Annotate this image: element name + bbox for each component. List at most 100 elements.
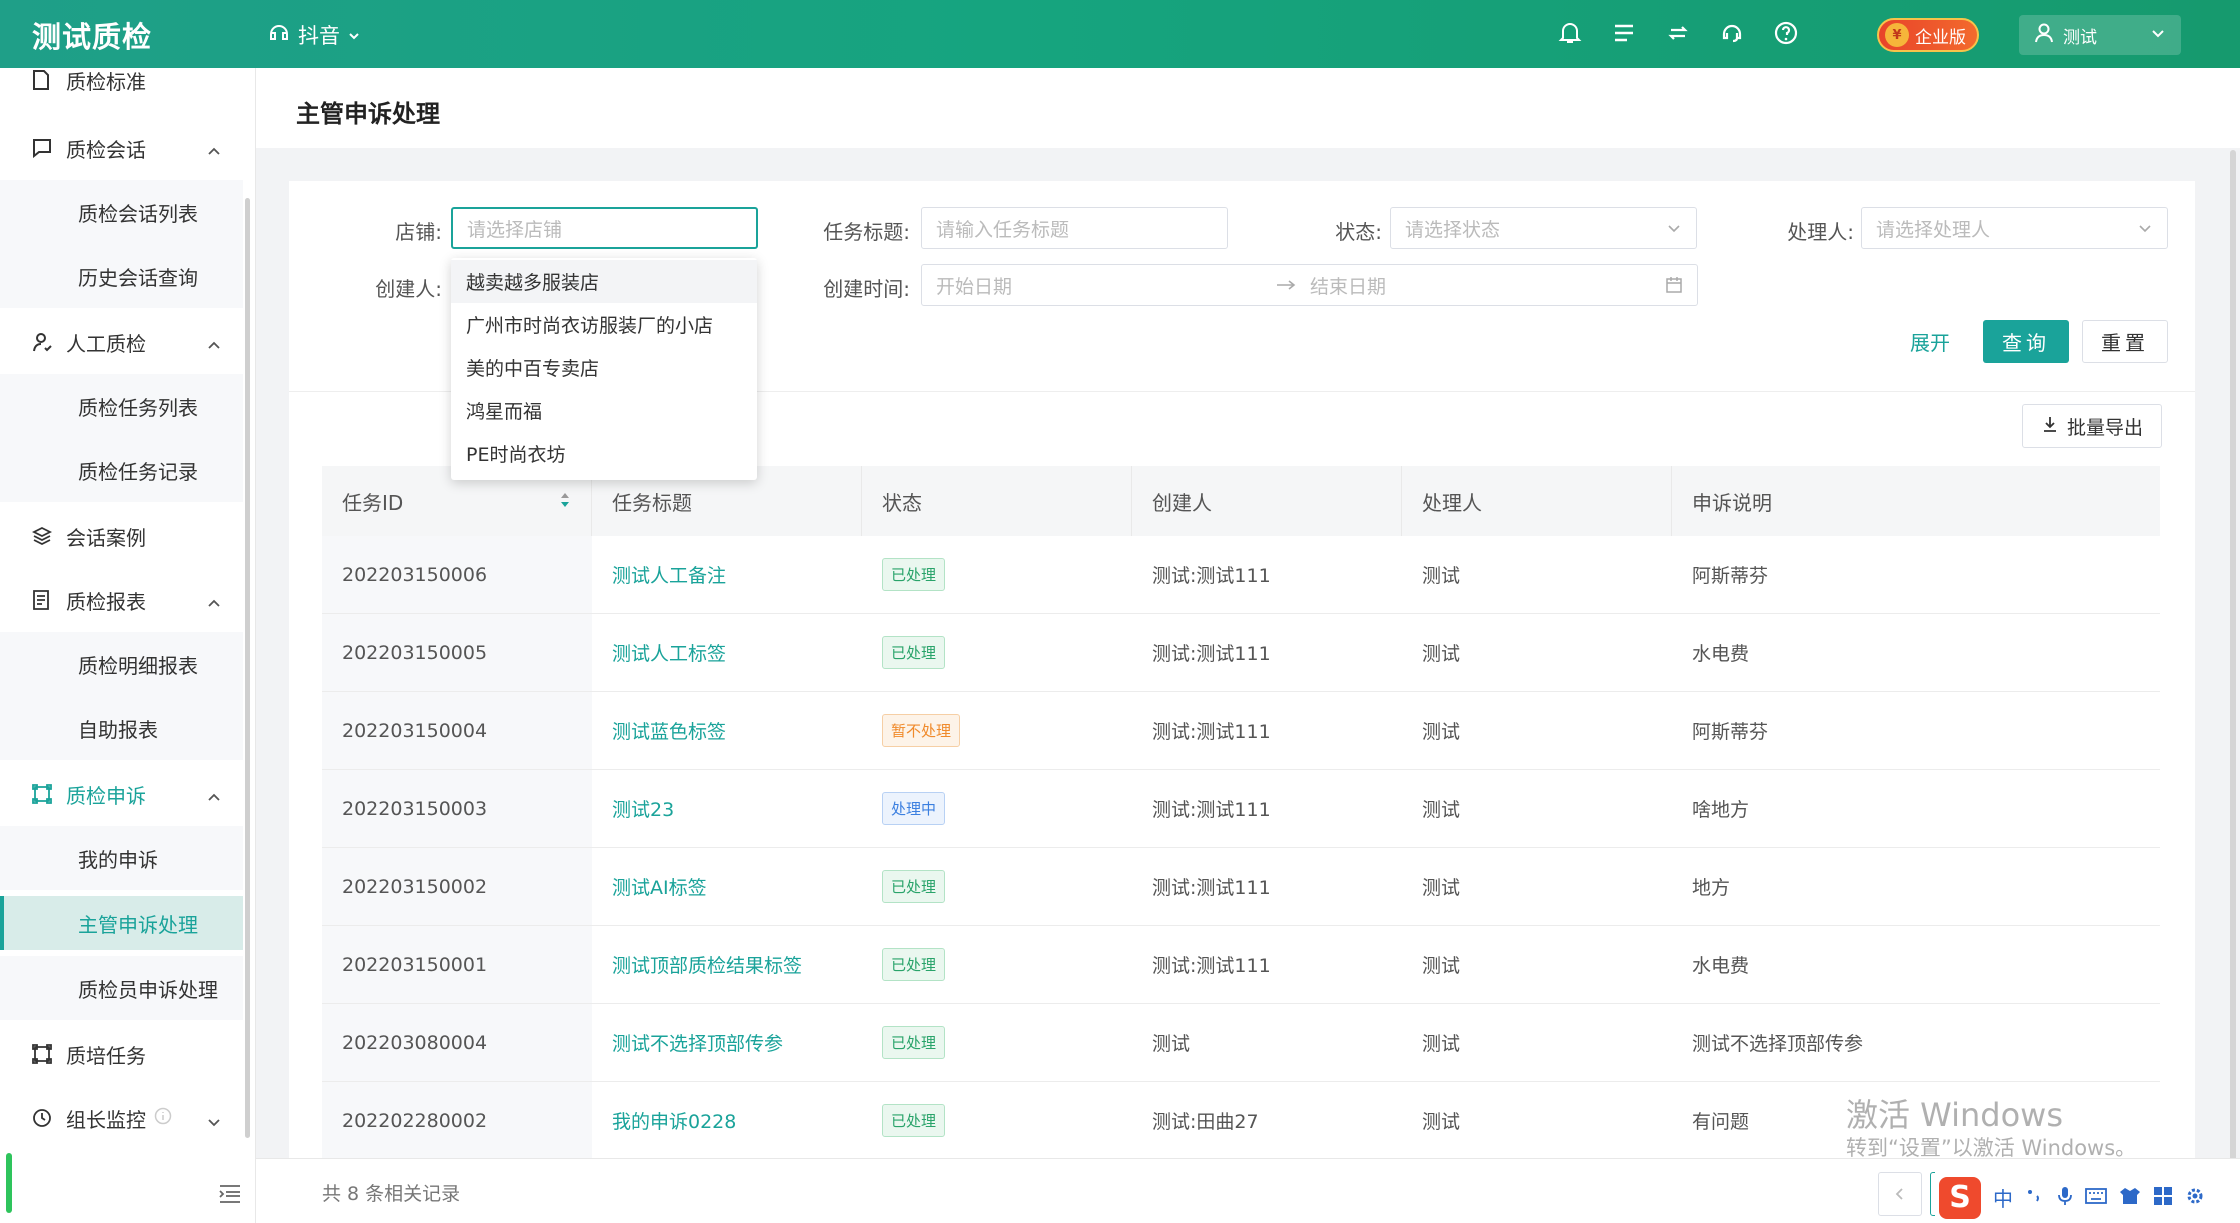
file-icon <box>32 70 54 90</box>
edition-badge[interactable]: ¥ 企业版 <box>1877 18 1979 52</box>
shop-dropdown: 越卖越多服装店 广州市时尚衣访服装厂的小店 美的中百专卖店 鸿星而福 PE时尚衣… <box>451 258 757 480</box>
table-row[interactable]: 202203150001 测试顶部质检结果标签 已处理 测试:测试111 测试 水电费 <box>322 926 2160 1004</box>
arrow-right-icon <box>1276 274 1296 296</box>
edition-label: 企业版 <box>1915 27 1966 48</box>
platform-label: 抖音 <box>298 24 340 48</box>
task-title-input[interactable]: 请输入任务标题 <box>921 207 1228 249</box>
page-title-bar: 主管申诉处理 <box>256 68 2240 148</box>
shop-option[interactable]: 鸿星而福 <box>451 389 757 432</box>
handler-cell: 测试 <box>1422 1111 1461 1133</box>
table-row[interactable]: 202203150003 测试23 处理中 测试:测试111 测试 啥地方 <box>322 770 2160 848</box>
creator-cell: 测试 <box>1152 1033 1191 1055</box>
status-select[interactable]: 请选择状态 <box>1390 207 1697 249</box>
sidebar-item-task-record[interactable]: 质检任务记录 <box>0 438 243 502</box>
sidebar-item-qc-standard[interactable]: 质检标准 <box>0 68 243 112</box>
task-title-link[interactable]: 测试顶部质检结果标签 <box>592 926 862 1003</box>
sidebar-item-label: 质检会话列表 <box>78 201 198 226</box>
creator-cell: 测试:测试111 <box>1152 643 1271 665</box>
sidebar-item-manual-qc[interactable]: 人工质检 <box>0 310 243 374</box>
help-icon[interactable] <box>1772 18 1800 48</box>
status-cell: 已处理 <box>862 1082 1132 1159</box>
sidebar-item-session-list[interactable]: 质检会话列表 <box>0 180 243 244</box>
top-header: 测试质检 抖音 ¥ 企业版 测试 <box>0 0 2240 68</box>
task-title-link[interactable]: 我的申诉0228 <box>592 1082 862 1159</box>
sidebar-item-label: 质培任务 <box>66 1043 146 1068</box>
sidebar-item-leader-monitor[interactable]: 组长监控 <box>0 1086 243 1150</box>
status-label: 状态: <box>1335 220 1382 244</box>
column-header-handler: 处理人 <box>1402 466 1672 536</box>
microphone-icon[interactable] <box>2057 1185 2073 1211</box>
bell-icon[interactable] <box>1556 18 1584 48</box>
task-title-link[interactable]: 测试不选择顶部传参 <box>592 1004 862 1081</box>
punctuation-icon[interactable] <box>2025 1186 2045 1210</box>
sidebar-item-my-appeal[interactable]: 我的申诉 <box>0 826 243 890</box>
sort-icon[interactable] <box>559 490 571 515</box>
switch-icon[interactable] <box>1664 18 1692 48</box>
settings-icon[interactable] <box>2185 1186 2205 1210</box>
collapse-menu-icon[interactable] <box>218 1184 242 1208</box>
ime-mode[interactable]: 中 <box>1993 1183 2013 1212</box>
page-scrollbar[interactable] <box>2230 150 2236 1170</box>
list-icon[interactable] <box>1610 18 1638 48</box>
skin-icon[interactable] <box>2119 1186 2141 1210</box>
page-title: 主管申诉处理 <box>296 100 440 128</box>
appeal-note-cell: 地方 <box>1692 877 1731 899</box>
table-row[interactable]: 202203150005 测试人工标签 已处理 测试:测试111 测试 水电费 <box>322 614 2160 692</box>
chevron-down-icon <box>2151 25 2165 45</box>
sidebar-item-supervisor-appeal[interactable]: 主管申诉处理 <box>0 896 243 950</box>
batch-export-button[interactable]: 批量导出 <box>2022 404 2162 448</box>
status-cell: 已处理 <box>862 848 1132 925</box>
sidebar-item-training-task[interactable]: 质培任务 <box>0 1022 243 1086</box>
sidebar-item-qc-session[interactable]: 质检会话 <box>0 116 243 180</box>
sidebar-item-self-report[interactable]: 自助报表 <box>0 696 243 760</box>
handler-cell: 测试 <box>1422 1033 1461 1055</box>
status-badge: 已处理 <box>882 1026 946 1059</box>
handler-cell: 测试 <box>1422 955 1461 977</box>
column-header-creator: 创建人 <box>1132 466 1402 536</box>
sogou-logo-icon[interactable]: S <box>1939 1176 1981 1219</box>
created-date-range[interactable]: 开始日期 结束日期 <box>921 264 1698 306</box>
sidebar-item-inspector-appeal[interactable]: 质检员申诉处理 <box>0 956 243 1020</box>
shop-select[interactable]: 请选择店铺 <box>451 207 758 249</box>
support-icon[interactable] <box>1718 18 1746 48</box>
table-row[interactable]: 202203150002 测试AI标签 已处理 测试:测试111 测试 地方 <box>322 848 2160 926</box>
task-title-link[interactable]: 测试蓝色标签 <box>592 692 862 769</box>
table-row[interactable]: 202203150004 测试蓝色标签 暂不处理 测试:测试111 测试 阿斯蒂芬 <box>322 692 2160 770</box>
sidebar-item-qc-appeal[interactable]: 质检申诉 <box>0 762 243 826</box>
task-title-link[interactable]: 测试23 <box>592 770 862 847</box>
table-row[interactable]: 202203080004 测试不选择顶部传参 已处理 测试 测试 测试不选择顶部传参 <box>322 1004 2160 1082</box>
expand-button[interactable]: 展开 <box>1910 327 1950 356</box>
app-logo[interactable]: 测试质检 <box>32 14 152 56</box>
reset-button[interactable]: 重置 <box>2082 320 2168 363</box>
query-button[interactable]: 查询 <box>1983 320 2069 363</box>
ime-toolbar[interactable]: S 中 <box>1935 1172 2240 1223</box>
sidebar-item-detail-report[interactable]: 质检明细报表 <box>0 632 243 696</box>
task-title-link[interactable]: 测试人工标签 <box>592 614 862 691</box>
report-icon <box>32 590 54 610</box>
sidebar-item-session-cases[interactable]: 会话案例 <box>0 504 243 568</box>
table-body: 202203150006 测试人工备注 已处理 测试:测试111 测试 阿斯蒂芬 20220… <box>322 536 2160 1160</box>
sidebar-scrollbar[interactable] <box>245 198 250 1138</box>
column-label: 处理人 <box>1422 490 1482 515</box>
handler-select[interactable]: 请选择处理人 <box>1861 207 2168 249</box>
task-title-link[interactable]: 测试AI标签 <box>592 848 862 925</box>
table-row[interactable]: 202203150006 测试人工备注 已处理 测试:测试111 测试 阿斯蒂芬 <box>322 536 2160 614</box>
sidebar-item-label: 自助报表 <box>78 717 158 742</box>
shop-option[interactable]: PE时尚衣坊 <box>451 432 757 475</box>
created-time-label: 创建时间: <box>823 277 910 301</box>
sidebar-item-task-list[interactable]: 质检任务列表 <box>0 374 243 438</box>
task-title-link[interactable]: 测试人工备注 <box>592 536 862 613</box>
shop-option[interactable]: 美的中百专卖店 <box>451 346 757 389</box>
keyboard-icon[interactable] <box>2085 1187 2107 1209</box>
shop-option[interactable]: 越卖越多服装店 <box>451 260 757 303</box>
chat-icon <box>32 138 54 158</box>
prev-page-button[interactable] <box>1878 1172 1922 1216</box>
user-menu[interactable]: 测试 <box>2019 15 2181 55</box>
shop-option[interactable]: 广州市时尚衣访服装厂的小店 <box>451 303 757 346</box>
toolbox-icon[interactable] <box>2153 1186 2173 1210</box>
sidebar-item-history-query[interactable]: 历史会话查询 <box>0 244 243 308</box>
progress-indicator <box>6 1153 12 1213</box>
platform-selector[interactable]: 抖音 <box>268 20 360 50</box>
sidebar-item-label: 质检标准 <box>66 69 146 94</box>
sidebar-item-qc-report[interactable]: 质检报表 <box>0 568 243 632</box>
